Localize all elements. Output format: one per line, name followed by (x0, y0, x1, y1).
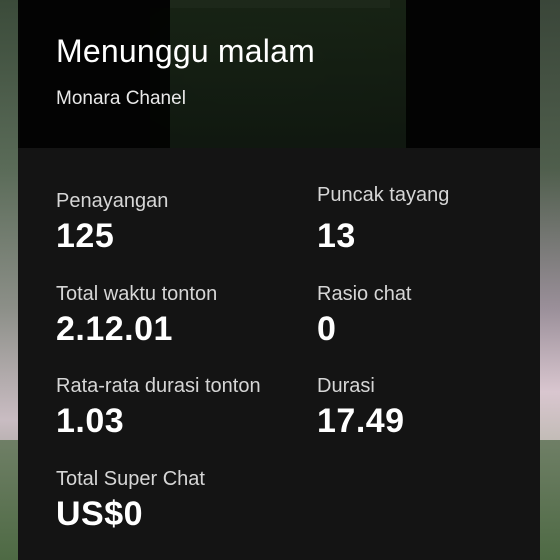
stat-chat-rate-value: 0 (317, 310, 337, 348)
stat-chat-rate-label: Rasio chat (317, 283, 412, 305)
stat-duration-value: 17.49 (317, 402, 405, 440)
stats-grid: Penayangan 125 Puncak tayang 13 Total wa… (18, 148, 540, 560)
stream-stats-card: Menunggu malam Monara Chanel Penayangan … (18, 0, 540, 560)
stat-avg-watch-duration: Rata-rata durasi tonton 1.03 (56, 375, 261, 441)
channel-name: Monara Chanel (56, 88, 186, 109)
stat-views-label: Penayangan (56, 190, 169, 212)
stat-peak-viewers-value: 13 (317, 217, 356, 255)
stat-watch-time: Total waktu tonton 2.12.01 (56, 283, 217, 349)
stat-duration: Durasi 17.49 (317, 375, 405, 441)
stat-avg-watch-duration-label: Rata-rata durasi tonton (56, 375, 261, 397)
stat-duration-label: Durasi (317, 375, 375, 397)
stat-avg-watch-duration-value: 1.03 (56, 402, 125, 440)
stat-super-chat-label: Total Super Chat (56, 468, 205, 490)
stat-watch-time-label: Total waktu tonton (56, 283, 218, 305)
stat-views-value: 125 (56, 217, 115, 255)
stat-views: Penayangan 125 (56, 190, 168, 256)
stat-super-chat-value: US$0 (56, 495, 144, 533)
video-title: Menunggu malam (56, 33, 315, 69)
stat-peak-viewers: Puncak tayang 13 (317, 184, 449, 256)
stat-super-chat: Total Super Chat US$0 (56, 468, 205, 534)
stat-peak-viewers-label: Puncak tayang (317, 184, 450, 206)
stat-chat-rate: Rasio chat 0 (317, 283, 412, 349)
stat-watch-time-value: 2.12.01 (56, 310, 173, 348)
stats-header: Menunggu malam Monara Chanel (18, 0, 540, 148)
video-preview-peek (170, 0, 406, 148)
